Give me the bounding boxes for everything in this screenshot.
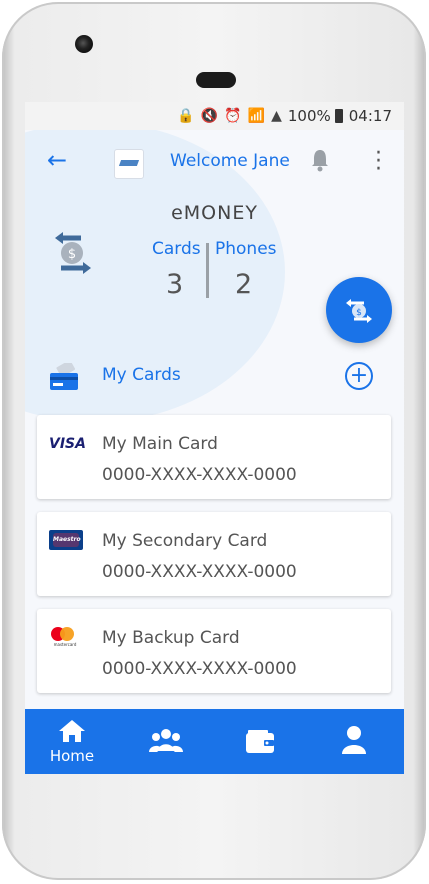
cards-label: Cards (152, 239, 201, 259)
mastercard-logo: mastercard (49, 627, 87, 649)
nav-profile[interactable] (307, 709, 401, 774)
credit-card-icon (50, 363, 78, 390)
card-name: My Main Card (102, 434, 218, 454)
app-screen: 🔒 🔇 ⏰ 📶 ▲ 100% 04:17 ← Welcome Jane · · · … (25, 102, 404, 774)
power-button (422, 292, 426, 362)
phone-frame: 🔒 🔇 ⏰ 📶 ▲ 100% 04:17 ← Welcome Jane · · · … (2, 2, 426, 880)
cards-count: 3 (166, 269, 184, 300)
welcome-text: Welcome Jane (170, 151, 290, 171)
clock: 04:17 (348, 107, 392, 125)
nav-home[interactable]: Home (25, 709, 119, 774)
card-number: 0000-XXXX-XXXX-0000 (102, 659, 297, 679)
users-icon (149, 729, 183, 752)
card-number: 0000-XXXX-XXXX-0000 (102, 562, 297, 582)
status-bar: 🔒 🔇 ⏰ 📶 ▲ 100% 04:17 (25, 102, 404, 130)
alarm-icon: ⏰ (224, 108, 242, 124)
battery-percent: 100% (287, 107, 331, 125)
card-name: My Secondary Card (102, 531, 268, 551)
account-summary: Cards 3 Phones 2 (152, 239, 282, 304)
lock-icon: 🔒 (177, 108, 195, 124)
app-header: ← Welcome Jane · · · (25, 130, 404, 194)
back-arrow-icon[interactable]: ← (47, 146, 67, 174)
exchange-fab-button[interactable]: $ (326, 277, 392, 343)
card-number: 0000-XXXX-XXXX-0000 (102, 465, 297, 485)
nav-wallet[interactable] (213, 709, 307, 774)
home-icon (59, 720, 85, 742)
volume-button (422, 212, 426, 252)
phones-count: 2 (235, 269, 253, 300)
bell-icon[interactable] (310, 148, 330, 172)
bottom-navigation: Home (25, 709, 404, 774)
nav-contacts[interactable] (119, 709, 213, 774)
maestro-logo: Maestro (49, 530, 87, 552)
card-item[interactable]: mastercard My Backup Card 0000-XXXX-XXXX… (37, 609, 391, 693)
phones-label: Phones (215, 239, 277, 259)
emoney-title: eMONEY (171, 202, 258, 224)
add-card-button[interactable]: + (345, 362, 373, 390)
user-icon (342, 726, 366, 754)
summary-divider (206, 243, 209, 298)
card-item[interactable]: Maestro My Secondary Card 0000-XXXX-XXXX… (37, 512, 391, 596)
front-camera (75, 35, 93, 53)
exchange-icon: $ (346, 299, 372, 323)
signal-icon: ▲ (271, 108, 282, 124)
card-name: My Backup Card (102, 628, 240, 648)
visa-logo: VISA (49, 436, 86, 452)
battery-icon (334, 109, 343, 123)
app-logo (114, 149, 144, 179)
card-item[interactable]: VISA My Main Card 0000-XXXX-XXXX-0000 (37, 415, 391, 499)
svg-text:$: $ (68, 247, 76, 262)
mute-icon: 🔇 (200, 108, 219, 124)
nav-home-label: Home (49, 747, 95, 765)
wallet-icon (246, 730, 274, 753)
more-menu-icon[interactable]: · · · (375, 143, 382, 181)
plus-icon: + (349, 363, 369, 388)
svg-text:$: $ (356, 308, 362, 318)
wifi-icon: 📶 (247, 108, 266, 124)
exchange-money-icon: $ (55, 232, 91, 274)
my-cards-label: My Cards (102, 365, 181, 385)
my-cards-header: My Cards + (25, 357, 404, 397)
earpiece-speaker (196, 72, 236, 88)
